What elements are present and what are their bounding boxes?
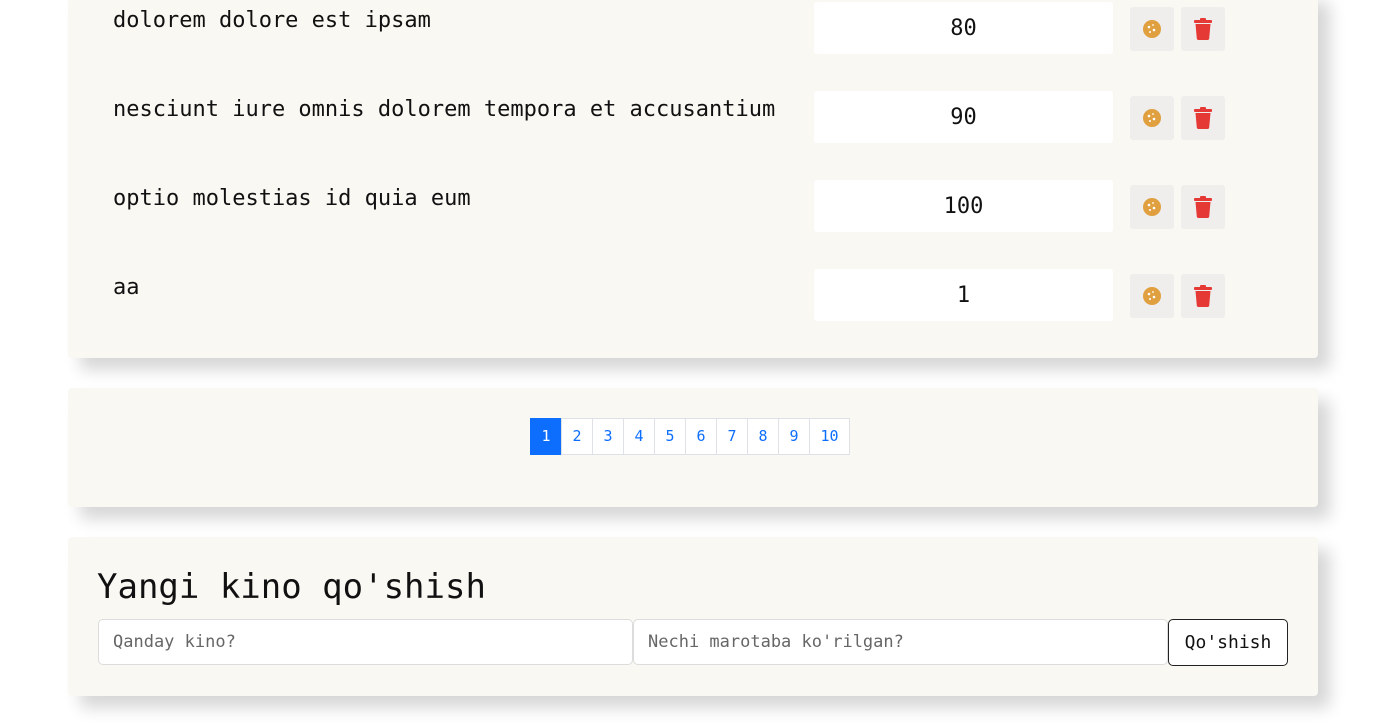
add-movie-card: Yangi kino qo'shish Qo'shish: [68, 537, 1318, 696]
page-button[interactable]: 5: [654, 418, 686, 455]
page-button[interactable]: 9: [778, 418, 810, 455]
view-count: 90: [814, 91, 1113, 143]
page-button[interactable]: 2: [561, 418, 593, 455]
form-title: Yangi kino qo'shish: [97, 567, 486, 607]
page-button[interactable]: 10: [809, 418, 850, 455]
movie-title: optio molestias id quia eum: [113, 186, 471, 211]
like-button[interactable]: [1130, 96, 1174, 140]
list-item: nesciunt iure omnis dolorem tempora et a…: [68, 90, 1318, 150]
page-button[interactable]: 1: [530, 418, 562, 455]
cookie-icon: [1143, 20, 1161, 38]
cookie-icon: [1143, 109, 1161, 127]
cookie-icon: [1143, 198, 1161, 216]
movie-name-input[interactable]: [98, 619, 633, 665]
page-button[interactable]: 6: [685, 418, 717, 455]
trash-icon: [1194, 18, 1212, 40]
movie-title: aa: [113, 275, 140, 300]
movie-list-card: dolorem dolore est ipsam 80 nesciunt iur…: [68, 0, 1318, 358]
trash-icon: [1194, 285, 1212, 307]
page-button[interactable]: 3: [592, 418, 624, 455]
page-button[interactable]: 7: [716, 418, 748, 455]
delete-button[interactable]: [1181, 185, 1225, 229]
movie-title: nesciunt iure omnis dolorem tempora et a…: [113, 97, 776, 122]
page-button[interactable]: 8: [747, 418, 779, 455]
delete-button[interactable]: [1181, 7, 1225, 51]
delete-button[interactable]: [1181, 274, 1225, 318]
list-item: aa 1: [68, 268, 1318, 328]
view-count: 100: [814, 180, 1113, 232]
add-movie-button[interactable]: Qo'shish: [1168, 619, 1288, 666]
list-item: dolorem dolore est ipsam 80: [68, 1, 1318, 61]
view-count: 80: [814, 2, 1113, 54]
view-count-input[interactable]: [633, 619, 1168, 665]
pagination-card: 1 2 3 4 5 6 7 8 9 10: [68, 388, 1318, 507]
list-item: optio molestias id quia eum 100: [68, 179, 1318, 239]
view-count: 1: [814, 269, 1113, 321]
like-button[interactable]: [1130, 185, 1174, 229]
movie-title: dolorem dolore est ipsam: [113, 8, 431, 33]
cookie-icon: [1143, 287, 1161, 305]
like-button[interactable]: [1130, 274, 1174, 318]
delete-button[interactable]: [1181, 96, 1225, 140]
trash-icon: [1194, 196, 1212, 218]
like-button[interactable]: [1130, 7, 1174, 51]
pagination: 1 2 3 4 5 6 7 8 9 10: [530, 418, 850, 455]
trash-icon: [1194, 107, 1212, 129]
page-button[interactable]: 4: [623, 418, 655, 455]
